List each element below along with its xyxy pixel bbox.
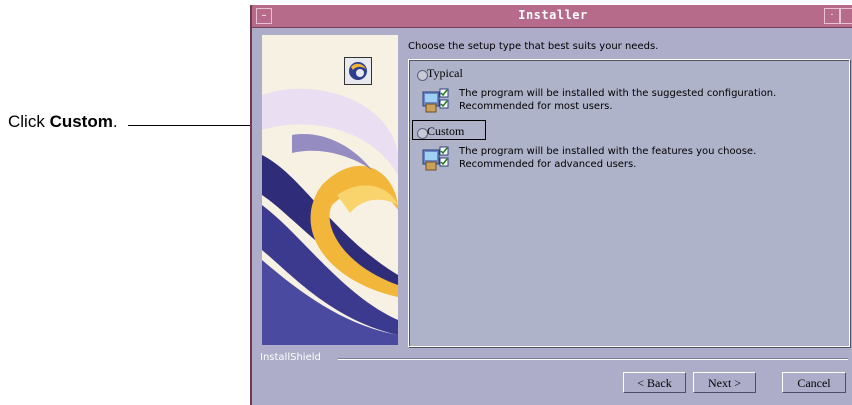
minimize-icon[interactable]: · — [824, 8, 840, 24]
typical-desc-line1: The program will be installed with the s… — [459, 88, 777, 99]
callout-suffix: . — [112, 112, 118, 131]
typical-setup-icon — [421, 86, 451, 116]
window-title: Installer — [518, 8, 588, 22]
callout-prefix: Click — [8, 112, 50, 131]
setup-type-group: Typical The program will be installed wi… — [408, 59, 850, 347]
back-button[interactable]: < Back — [623, 372, 686, 393]
setup-type-instruction: Choose the setup type that best suits yo… — [408, 41, 659, 52]
next-button[interactable]: Next > — [693, 372, 756, 393]
installer-window: – Installer · Choose the setup type that… — [250, 5, 852, 405]
cancel-button[interactable]: Cancel — [782, 372, 846, 393]
custom-option-highlight[interactable] — [412, 120, 486, 140]
installer-logo-icon — [344, 57, 372, 85]
custom-desc-line2: Recommended for advanced users. — [459, 159, 637, 170]
callout-target: Custom — [49, 112, 113, 131]
footer-divider — [338, 359, 848, 360]
typical-description: The program will be installed with the s… — [459, 87, 776, 113]
typical-desc-line2: Recommended for most users. — [459, 101, 613, 112]
typical-label[interactable]: Typical — [427, 66, 463, 81]
instruction-callout: Click Custom. — [8, 112, 118, 132]
custom-desc-line1: The program will be installed with the f… — [459, 146, 757, 157]
installshield-label: InstallShield — [260, 352, 321, 363]
title-bar[interactable]: – Installer · — [252, 5, 852, 28]
custom-description: The program will be installed with the f… — [459, 145, 756, 171]
installer-graphic — [262, 35, 398, 345]
custom-setup-icon — [421, 144, 451, 174]
swirl-graphic — [262, 35, 398, 345]
maximize-icon[interactable] — [840, 8, 852, 24]
